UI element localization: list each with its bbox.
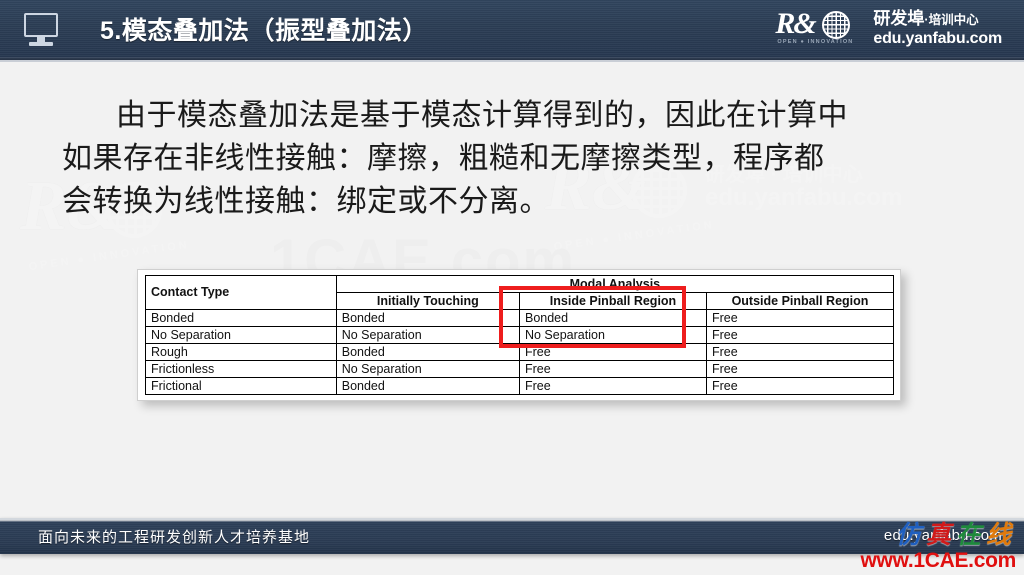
page-title: 5.模态叠加法（振型叠加法） xyxy=(100,17,428,45)
header-inside-pinball: Inside Pinball Region xyxy=(518,292,707,310)
cell-contact-type: Frictional xyxy=(145,377,337,395)
cell-outside-pinball: Free xyxy=(705,309,895,327)
table-row: Bonded Bonded Bonded Free xyxy=(145,309,895,327)
paragraph-line-3: 会转换为线性接触：绑定或不分离。 xyxy=(62,185,550,218)
footer-slogan: 面向未来的工程研发创新人才培养基地 xyxy=(38,529,311,546)
watermark-cn-text: 仿真在线 xyxy=(806,523,1016,549)
logo-tagline: OPEN ● INNOVATION xyxy=(777,39,854,45)
paragraph-line-2: 如果存在非线性接触：摩擦，粗糙和无摩擦类型，程序都 xyxy=(62,142,825,175)
header-outside-pinball: Outside Pinball Region xyxy=(705,292,895,310)
cell-initially-touching: Bonded xyxy=(335,377,520,395)
cell-outside-pinball: Free xyxy=(705,326,895,344)
cell-outside-pinball: Free xyxy=(705,377,895,395)
watermark-rd-tag-right: OPEN ● INNOVATION xyxy=(552,218,716,254)
cell-inside-pinball: Free xyxy=(518,360,707,378)
table-row: Frictionless No Separation Free Free xyxy=(145,360,895,378)
cell-contact-type: No Separation xyxy=(145,326,337,344)
logo-mark: R& OPEN ● INNOVATION xyxy=(775,7,867,46)
header-initially-touching: Initially Touching xyxy=(335,292,520,310)
cell-initially-touching: No Separation xyxy=(335,360,520,378)
watermark-cn-char-2: 真 xyxy=(925,522,956,549)
watermark-url-text: www.1CAE.com xyxy=(860,549,1017,572)
cell-initially-touching: No Separation xyxy=(335,326,520,344)
header-modal-analysis: Modal Analysis xyxy=(335,275,895,293)
cell-inside-pinball: No Separation xyxy=(518,326,707,344)
logo-words: 研发埠·培训中心 edu.yanfabu.com xyxy=(873,8,1002,48)
table-row: Rough Bonded Free Free xyxy=(145,343,895,361)
table-header-row-1: Contact Type Modal Analysis xyxy=(145,275,895,310)
slide-paragraph: 由于模态叠加法是基于模态计算得到的，因此在计算中 如果存在非线性接触：摩擦，粗糙… xyxy=(62,94,962,223)
paragraph-line-1: 由于模态叠加法是基于模态计算得到的，因此在计算中 xyxy=(62,94,962,137)
cell-contact-type: Bonded xyxy=(145,309,337,327)
logo-cn-line: 研发埠·培训中心 xyxy=(873,9,1002,30)
watermark-cn-char-4: 线 xyxy=(985,522,1016,549)
cell-inside-pinball: Free xyxy=(518,377,707,395)
cell-outside-pinball: Free xyxy=(705,343,895,361)
slide-header: 5.模态叠加法（振型叠加法） R& OPEN ● INNOVATION 研发埠·… xyxy=(0,0,1024,62)
logo-cn-name: 研发埠 xyxy=(873,9,925,28)
logo-cn-sub: 培训中心 xyxy=(928,13,979,27)
watermark-cn-char-3: 在 xyxy=(955,522,986,549)
contact-behavior-table: Contact Type Modal Analysis Initially To… xyxy=(145,275,895,395)
monitor-icon xyxy=(22,13,60,47)
logo-rd-text: R& xyxy=(775,7,816,40)
globe-icon xyxy=(822,11,851,39)
cell-outside-pinball: Free xyxy=(705,360,895,378)
brand-logo: R& OPEN ● INNOVATION 研发埠·培训中心 edu.yanfab… xyxy=(775,8,1002,54)
watermark-1cae-brand: 仿真在线 www.1CAE.com xyxy=(806,523,1017,575)
header-contact-type: Contact Type xyxy=(145,275,337,310)
table-row: No Separation No Separation No Separatio… xyxy=(145,326,895,344)
paragraph-line-1-text: 由于模态叠加法是基于模态计算得到的，因此在计算中 xyxy=(116,99,848,132)
watermark-cn-char-1: 仿 xyxy=(895,522,926,549)
cell-contact-type: Rough xyxy=(145,343,337,361)
logo-url: edu.yanfabu.com xyxy=(873,30,1002,47)
contact-behavior-table-figure: Contact Type Modal Analysis Initially To… xyxy=(137,269,901,401)
slide-body: 1CAE.com R& OPEN ● INNOVATION R& OPEN ● … xyxy=(0,62,1024,515)
monitor-base xyxy=(29,42,53,46)
monitor-screen xyxy=(24,13,58,37)
cell-inside-pinball: Bonded xyxy=(518,309,707,327)
table-row: Frictional Bonded Free Free xyxy=(145,377,895,395)
cell-inside-pinball: Free xyxy=(518,343,707,361)
cell-initially-touching: Bonded xyxy=(335,309,520,327)
cell-contact-type: Frictionless xyxy=(145,360,337,378)
cell-initially-touching: Bonded xyxy=(335,343,520,361)
